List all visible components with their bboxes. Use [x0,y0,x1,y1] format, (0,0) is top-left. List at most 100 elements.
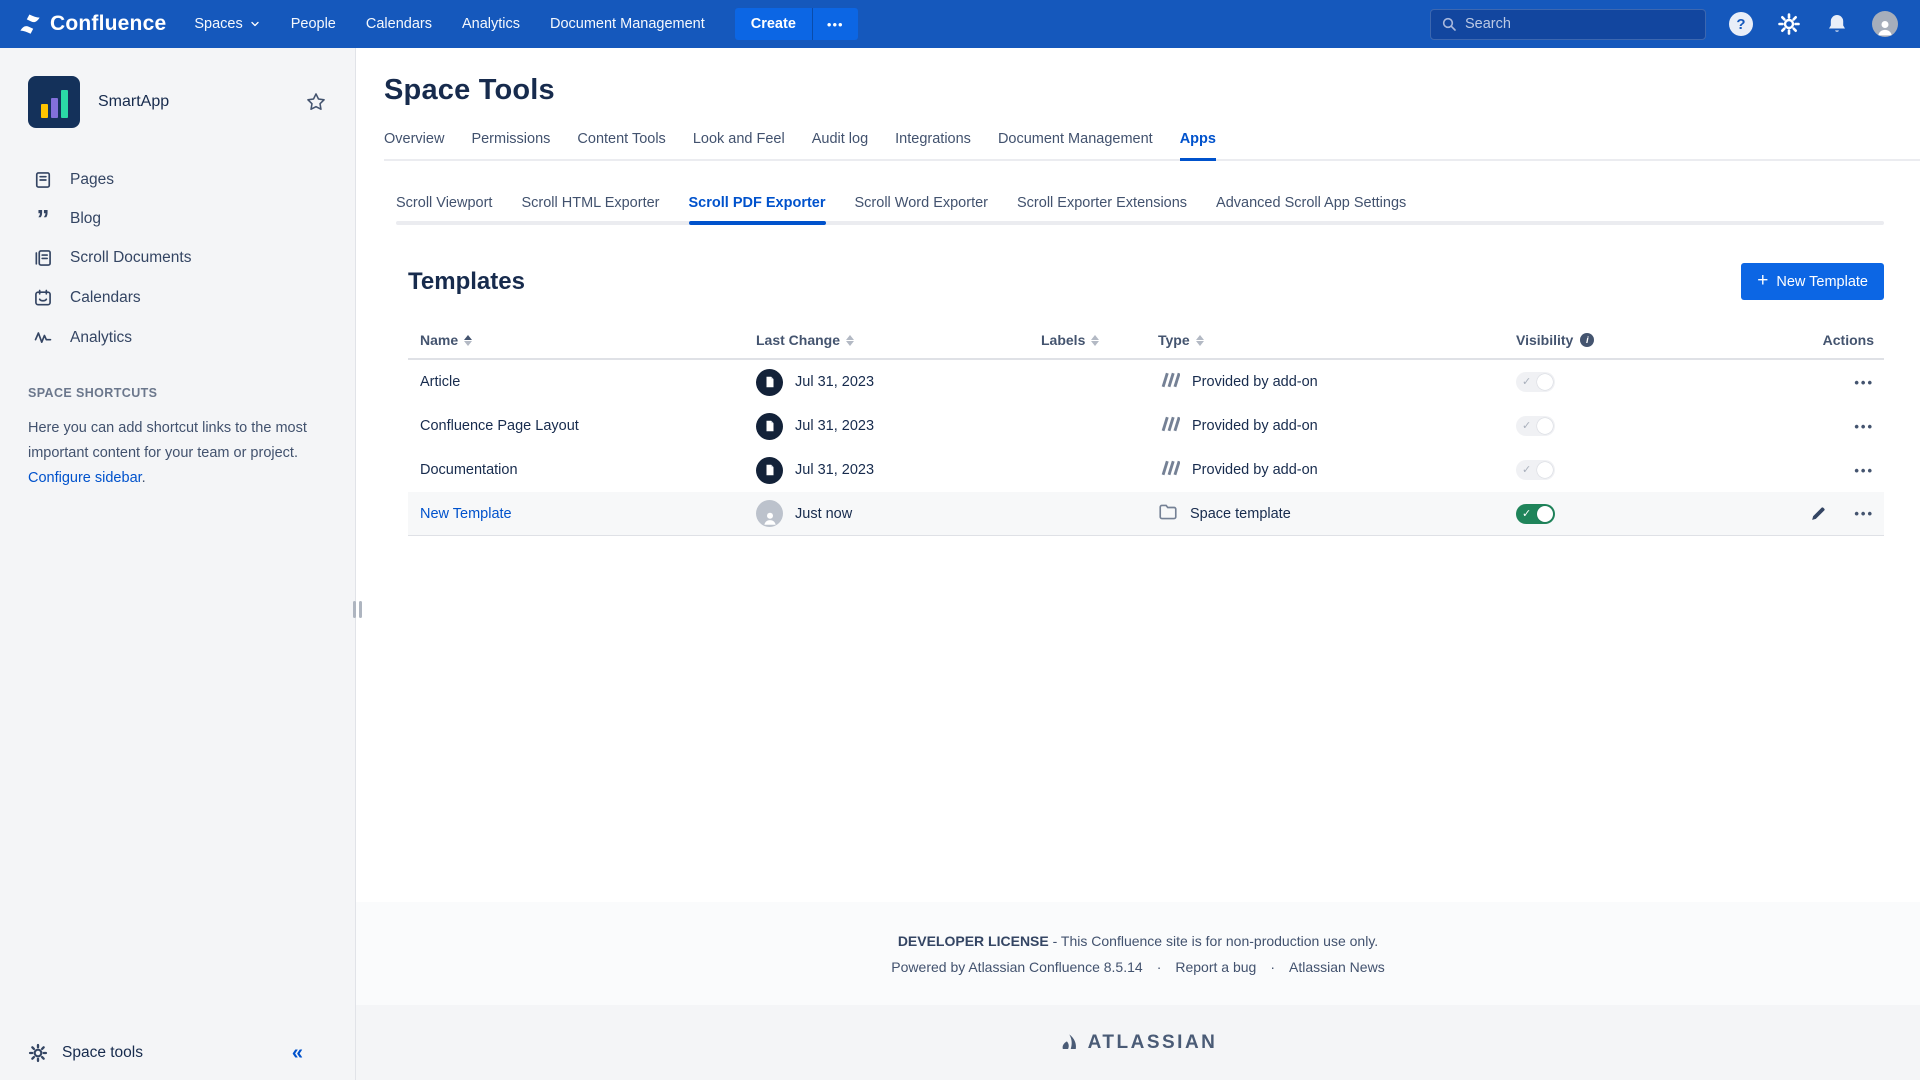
more-actions-icon[interactable]: ••• [1854,506,1874,521]
addon-strokes-icon [1158,459,1180,481]
nav-document-management[interactable]: Document Management [550,16,705,32]
atlassian-news-link[interactable]: Atlassian News [1289,959,1385,975]
create-button[interactable]: Create [735,8,812,40]
search-input[interactable] [1465,16,1695,32]
sort-icon [1196,335,1204,346]
primary-nav: Spaces People Calendars Analytics Docume… [194,16,704,32]
sidebar-item-analytics[interactable]: Analytics [28,320,327,356]
visibility-toggle[interactable]: ✓ [1516,372,1555,392]
column-header-type[interactable]: Type [1158,332,1516,348]
collapse-sidebar-button[interactable]: « [292,1043,303,1063]
navbar-right: ? [1430,9,1898,40]
table-row: Documentation Jul 31, 2023 Provided by a… [408,448,1884,492]
tab-apps[interactable]: Apps [1180,131,1216,161]
powered-by-text: Powered by Atlassian Confluence 8.5.14 [891,959,1142,975]
help-button[interactable]: ? [1728,11,1754,37]
notifications-button[interactable] [1824,11,1850,37]
subtab-scroll-word-exporter[interactable]: Scroll Word Exporter [855,195,989,225]
footer-separator: · [1157,959,1162,975]
subtab-scroll-html-exporter[interactable]: Scroll HTML Exporter [521,195,659,225]
settings-button[interactable] [1776,11,1802,37]
sidebar-item-blog[interactable]: ” Blog [28,202,327,236]
type-value: Provided by add-on [1192,374,1318,390]
templates-table: Name Last Change Labels Type Visibilityi… [408,322,1884,536]
blog-icon: ” [32,213,54,225]
nav-people[interactable]: People [291,16,336,32]
new-template-button[interactable]: + New Template [1741,263,1884,300]
confluence-home-link[interactable]: Confluence [18,12,166,36]
license-footer: DEVELOPER LICENSE - This Confluence site… [356,902,1920,1005]
configure-sidebar-link[interactable]: Configure sidebar [28,470,142,486]
space-avatar-icon [28,76,80,128]
tab-integrations[interactable]: Integrations [895,131,971,161]
nav-calendars[interactable]: Calendars [366,16,432,32]
visibility-toggle[interactable]: ✓ [1516,460,1555,480]
tab-overview[interactable]: Overview [384,131,444,161]
space-sidebar: SmartApp Pages ” Blog Scroll Documents [0,48,356,1080]
nav-spaces[interactable]: Spaces [194,16,260,32]
column-header-actions: Actions [1784,332,1884,348]
column-header-name[interactable]: Name [408,332,756,348]
confluence-app: Confluence Spaces People Calendars Analy… [0,0,1920,1080]
last-change-value: Just now [795,506,852,522]
subtab-scroll-viewport[interactable]: Scroll Viewport [396,195,492,225]
pages-icon [32,170,54,190]
search-box[interactable] [1430,9,1706,40]
sidebar-resize-handle[interactable] [353,601,362,618]
tab-permissions[interactable]: Permissions [471,131,550,161]
tab-audit-log[interactable]: Audit log [812,131,868,161]
visibility-toggle[interactable]: ✓ [1516,504,1555,524]
template-name-link[interactable]: New Template [420,506,512,522]
template-name: Documentation [408,462,756,478]
sidebar-item-pages[interactable]: Pages [28,162,327,198]
subtab-scroll-exporter-extensions[interactable]: Scroll Exporter Extensions [1017,195,1187,225]
create-more-button[interactable]: ••• [812,8,858,40]
space-tools-tabs: Overview Permissions Content Tools Look … [384,131,1920,161]
sidebar-item-scroll-documents[interactable]: Scroll Documents [28,240,327,276]
footer-links: Powered by Atlassian Confluence 8.5.14 ·… [891,959,1384,975]
tab-document-management[interactable]: Document Management [998,131,1153,161]
edit-pencil-icon[interactable] [1809,504,1828,523]
atlassian-wordmark: ATLASSIAN [1088,1032,1218,1054]
templates-title: Templates [408,268,525,296]
tab-look-and-feel[interactable]: Look and Feel [693,131,785,161]
sidebar-item-calendars[interactable]: Calendars [28,280,327,316]
sort-icon [464,335,472,346]
profile-button[interactable] [1872,11,1898,37]
template-name: Article [408,374,756,390]
new-template-button-label: New Template [1776,274,1868,290]
sort-icon [1091,335,1099,346]
sidebar-nav: Pages ” Blog Scroll Documents Calendars … [28,162,327,356]
column-header-visibility: Visibilityi [1516,332,1784,348]
report-a-bug-link[interactable]: Report a bug [1175,959,1256,975]
tab-content-tools[interactable]: Content Tools [577,131,665,161]
nav-analytics[interactable]: Analytics [462,16,520,32]
column-header-labels[interactable]: Labels [1041,332,1158,348]
sort-icon [846,335,854,346]
analytics-icon [32,328,54,348]
subtab-advanced-scroll-app-settings[interactable]: Advanced Scroll App Settings [1216,195,1406,225]
space-shortcuts-text: Here you can add shortcut links to the m… [28,416,320,491]
avatar [1872,11,1898,37]
favorite-star-icon[interactable] [305,91,327,113]
space-header[interactable]: SmartApp [28,76,327,128]
page-title: Space Tools [384,74,1920,107]
create-button-group: Create ••• [735,8,858,40]
subtab-scroll-pdf-exporter[interactable]: Scroll PDF Exporter [689,195,826,225]
visibility-toggle[interactable]: ✓ [1516,416,1555,436]
table-row: Article Jul 31, 2023 Provided by add-on … [408,360,1884,404]
gear-icon [1777,12,1801,36]
brand-name: Confluence [50,12,166,36]
top-navbar: Confluence Spaces People Calendars Analy… [0,0,1920,48]
space-name: SmartApp [98,93,287,111]
space-tools-label[interactable]: Space tools [62,1044,143,1062]
table-row-selected: New Template Just now Space template ✓ [408,492,1884,536]
more-actions-icon[interactable]: ••• [1854,463,1874,478]
column-header-last-change[interactable]: Last Change [756,332,1041,348]
scroll-documents-icon [32,248,54,268]
more-actions-icon[interactable]: ••• [1854,419,1874,434]
calendars-icon [32,288,54,308]
info-icon[interactable]: i [1580,333,1594,347]
more-actions-icon[interactable]: ••• [1854,375,1874,390]
sidebar-item-label: Analytics [70,329,132,347]
